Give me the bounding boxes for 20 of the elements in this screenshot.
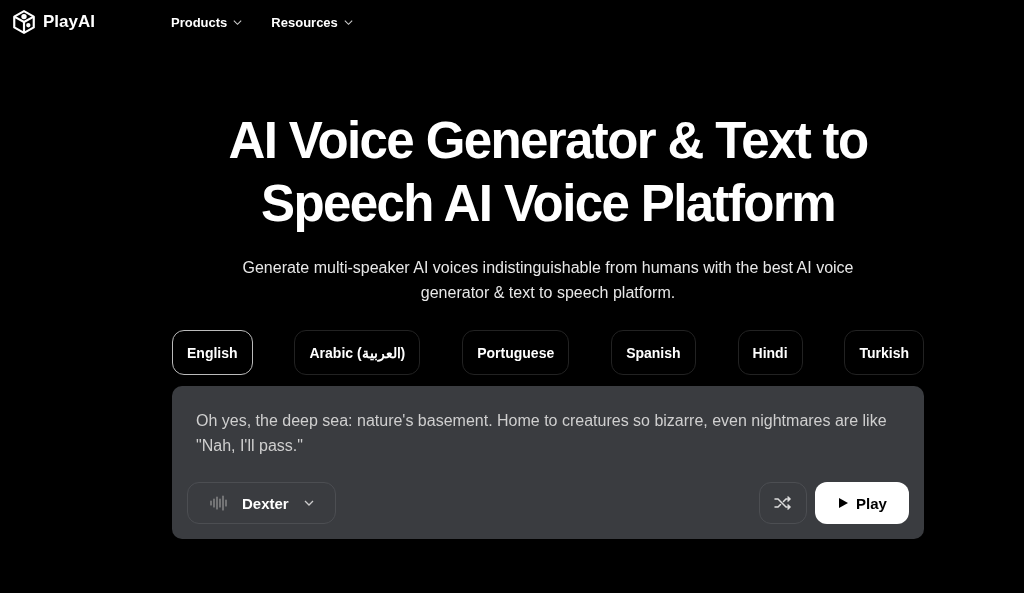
hero-heading: Speech AI Voice Platform	[261, 174, 835, 234]
language-tab[interactable]: Spanish	[611, 330, 696, 375]
language-tab[interactable]: Hindi	[737, 330, 803, 375]
nav-menu-item[interactable]: Products	[171, 14, 244, 30]
play-button[interactable]: Play	[815, 482, 909, 524]
brand-name[interactable]: PlayAI	[43, 12, 95, 32]
language-tab[interactable]: Arabic (العربية)	[294, 330, 421, 375]
hero-heading: AI Voice Generator & Text to	[228, 111, 868, 171]
voice-selector[interactable]: Dexter	[187, 482, 336, 524]
shuffle-icon	[773, 493, 793, 513]
language-tab[interactable]: Turkish	[844, 330, 924, 375]
sample-text[interactable]: Oh yes, the deep sea: nature's basement. Home to creatures so bizarre, even nightmares are like "Nah, I'll pass."	[196, 408, 909, 458]
hero-subtitle: Generate multi-speaker AI voices indistinguishable from humans with the best AI voice generator & text to speech platform.	[241, 258, 855, 303]
nav-menu-item[interactable]: Resources	[271, 14, 354, 30]
shuffle-button[interactable]	[759, 482, 807, 524]
language-tab[interactable]: Portuguese	[462, 330, 570, 375]
cube-logo-icon	[11, 9, 37, 35]
play-icon	[837, 497, 850, 509]
language-tab[interactable]: English	[172, 330, 253, 375]
waveform-icon	[210, 495, 228, 511]
